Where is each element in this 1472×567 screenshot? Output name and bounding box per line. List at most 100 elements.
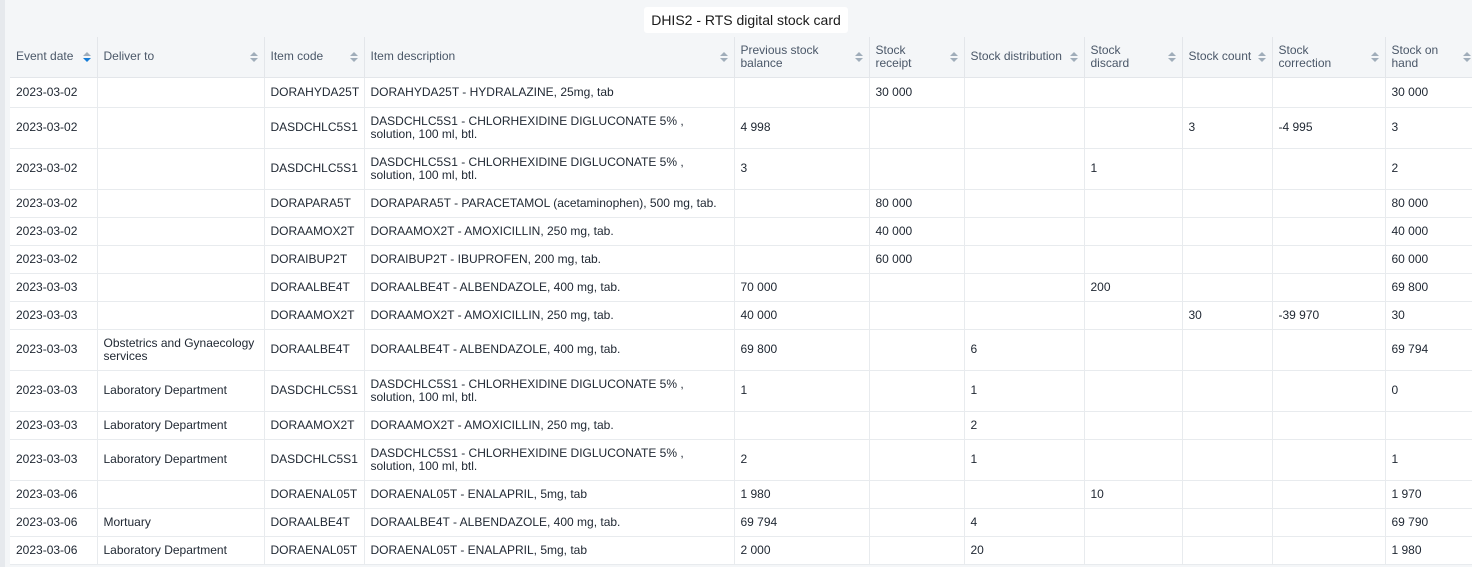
cell-stock-on-hand: 60 000	[1385, 245, 1472, 274]
cell-stock-correction	[1272, 370, 1386, 412]
table-row[interactable]: 2023-03-02 DORAHYDA25T DORAHYDA25T - HYDRA…	[10, 79, 1472, 108]
cell-stock-on-hand: 1	[1385, 439, 1472, 481]
cell-stock-count	[1182, 245, 1273, 274]
column-header-label: Stock receipt	[875, 42, 912, 70]
cell-stock-discard	[1084, 439, 1183, 481]
cell-stock-correction	[1272, 439, 1386, 481]
cell-stock-on-hand: 69 790	[1385, 508, 1472, 537]
cell-event-date: 2023-03-03	[10, 329, 98, 371]
cell-item-description: DORAENAL05T - ENALAPRIL, 5mg, tab	[364, 480, 735, 509]
table-row[interactable]: 2023-03-06 DORAENAL05T DORAENAL05T - ENALA…	[10, 480, 1472, 509]
cell-stock-correction	[1272, 245, 1386, 274]
cell-stock-discard	[1084, 329, 1183, 371]
cell-previous-stock-balance: 2 000	[734, 536, 870, 565]
table-row[interactable]: 2023-03-02 DASDCHLC5S1 DASDCHLC5S1 - CHLOR…	[10, 148, 1472, 190]
cell-event-date: 2023-03-02	[10, 217, 98, 246]
cell-stock-distribution: 1	[964, 439, 1085, 481]
cell-deliver-to	[97, 273, 265, 302]
sort-icon[interactable]	[1069, 51, 1078, 62]
cell-stock-receipt	[869, 508, 965, 537]
sort-icon[interactable]	[854, 51, 863, 62]
column-header-stock-count[interactable]: Stock count	[1182, 37, 1273, 78]
cell-previous-stock-balance	[734, 245, 870, 274]
table-row[interactable]: 2023-03-02 DORAPARA5T DORAPARA5T - PARACET…	[10, 189, 1472, 218]
cell-item-code: DASDCHLC5S1	[264, 439, 365, 481]
cell-deliver-to	[97, 189, 265, 218]
table-row[interactable]: 2023-03-06 Laboratory Department DORAENAL0…	[10, 536, 1472, 565]
cell-item-code: DORAALBE4T	[264, 329, 365, 371]
column-header-label: Event date	[16, 49, 74, 64]
cell-stock-on-hand: 80 000	[1385, 189, 1472, 218]
sort-icon[interactable]	[949, 51, 958, 62]
sort-icon[interactable]	[82, 51, 91, 62]
column-header-deliver-to[interactable]: Deliver to	[97, 37, 265, 78]
sort-icon[interactable]	[1463, 51, 1471, 62]
cell-stock-discard	[1084, 411, 1183, 440]
table-row[interactable]: 2023-03-03 DORAALBE4T DORAALBE4T - ALBENDA…	[10, 273, 1472, 302]
cell-event-date: 2023-03-06	[10, 480, 98, 509]
sort-icon[interactable]	[1257, 51, 1266, 62]
cell-item-code: DASDCHLC5S1	[264, 148, 365, 190]
cell-stock-receipt	[869, 301, 965, 330]
cell-stock-receipt: 30 000	[869, 79, 965, 108]
column-header-item-description[interactable]: Item description	[364, 37, 735, 78]
cell-stock-count	[1182, 189, 1273, 218]
sort-icon[interactable]	[719, 51, 728, 62]
cell-previous-stock-balance: 40 000	[734, 301, 870, 330]
column-header-stock-receipt[interactable]: Stock receipt	[869, 37, 965, 78]
cell-previous-stock-balance: 2	[734, 439, 870, 481]
table-row[interactable]: 2023-03-02 DORAAMOX2T DORAAMOX2T - AMOXICI…	[10, 217, 1472, 246]
cell-stock-count	[1182, 148, 1273, 190]
cell-event-date: 2023-03-03	[10, 411, 98, 440]
stock-card-table: Event date Deliver to Item code Item descri…	[10, 37, 1472, 565]
cell-previous-stock-balance: 4 998	[734, 107, 870, 149]
cell-stock-receipt	[869, 411, 965, 440]
column-header-stock-correction[interactable]: Stock correction	[1272, 37, 1386, 78]
cell-item-code: DASDCHLC5S1	[264, 107, 365, 149]
column-header-label: Deliver to	[103, 49, 155, 64]
cell-stock-receipt: 80 000	[869, 189, 965, 218]
cell-stock-count	[1182, 79, 1273, 108]
cell-stock-discard	[1084, 301, 1183, 330]
column-header-event-date[interactable]: Event date	[10, 37, 98, 78]
cell-stock-on-hand	[1385, 411, 1472, 440]
column-header-item-code[interactable]: Item code	[264, 37, 365, 78]
cell-stock-count: 3	[1182, 107, 1273, 149]
cell-stock-distribution: 6	[964, 329, 1085, 371]
table-row[interactable]: 2023-03-03 Obstetrics and Gynaecology ser…	[10, 329, 1472, 371]
cell-stock-receipt	[869, 480, 965, 509]
table-row[interactable]: 2023-03-03 DORAAMOX2T DORAAMOX2T - AMOXICI…	[10, 301, 1472, 330]
cell-stock-distribution: 20	[964, 536, 1085, 565]
column-header-previous-stock-balance[interactable]: Previous stock balance	[734, 37, 870, 78]
cell-stock-distribution: 4	[964, 508, 1085, 537]
table-row[interactable]: 2023-03-03 Laboratory Department DASDCHLC5…	[10, 370, 1472, 412]
cell-stock-count	[1182, 273, 1273, 302]
cell-stock-discard	[1084, 245, 1183, 274]
cell-stock-correction	[1272, 217, 1386, 246]
cell-stock-count	[1182, 411, 1273, 440]
table-row[interactable]: 2023-03-06 Mortuary DORAALBE4T DORAALBE4T -…	[10, 508, 1472, 537]
sort-icon[interactable]	[349, 51, 358, 62]
cell-deliver-to	[97, 107, 265, 149]
title-bar: DHIS2 - RTS digital stock card	[5, 0, 1472, 37]
cell-stock-receipt: 40 000	[869, 217, 965, 246]
column-header-stock-distribution[interactable]: Stock distribution	[964, 37, 1085, 78]
column-header-stock-discard[interactable]: Stock discard	[1084, 37, 1183, 78]
cell-deliver-to	[97, 217, 265, 246]
sort-icon[interactable]	[1370, 51, 1379, 62]
stock-card-table-container[interactable]: Event date Deliver to Item code Item descri…	[10, 37, 1472, 567]
cell-event-date: 2023-03-02	[10, 107, 98, 149]
cell-deliver-to: Laboratory Department	[97, 411, 265, 440]
sort-icon[interactable]	[1167, 51, 1176, 62]
column-header-stock-on-hand[interactable]: Stock on hand	[1385, 37, 1472, 78]
table-row[interactable]: 2023-03-02 DASDCHLC5S1 DASDCHLC5S1 - CHLOR…	[10, 107, 1472, 149]
table-row[interactable]: 2023-03-03 Laboratory Department DASDCHLC5…	[10, 439, 1472, 481]
sort-icon[interactable]	[249, 51, 258, 62]
cell-item-description: DORAALBE4T - ALBENDAZOLE, 400 mg, tab.	[364, 329, 735, 371]
table-row[interactable]: 2023-03-03 Laboratory Department DORAAMOX2…	[10, 411, 1472, 440]
column-header-label: Stock discard	[1090, 42, 1130, 70]
cell-stock-receipt	[869, 370, 965, 412]
cell-previous-stock-balance: 3	[734, 148, 870, 190]
table-row[interactable]: 2023-03-02 DORAIBUP2T DORAIBUP2T - IBUPROF…	[10, 245, 1472, 274]
cell-deliver-to: Mortuary	[97, 508, 265, 537]
